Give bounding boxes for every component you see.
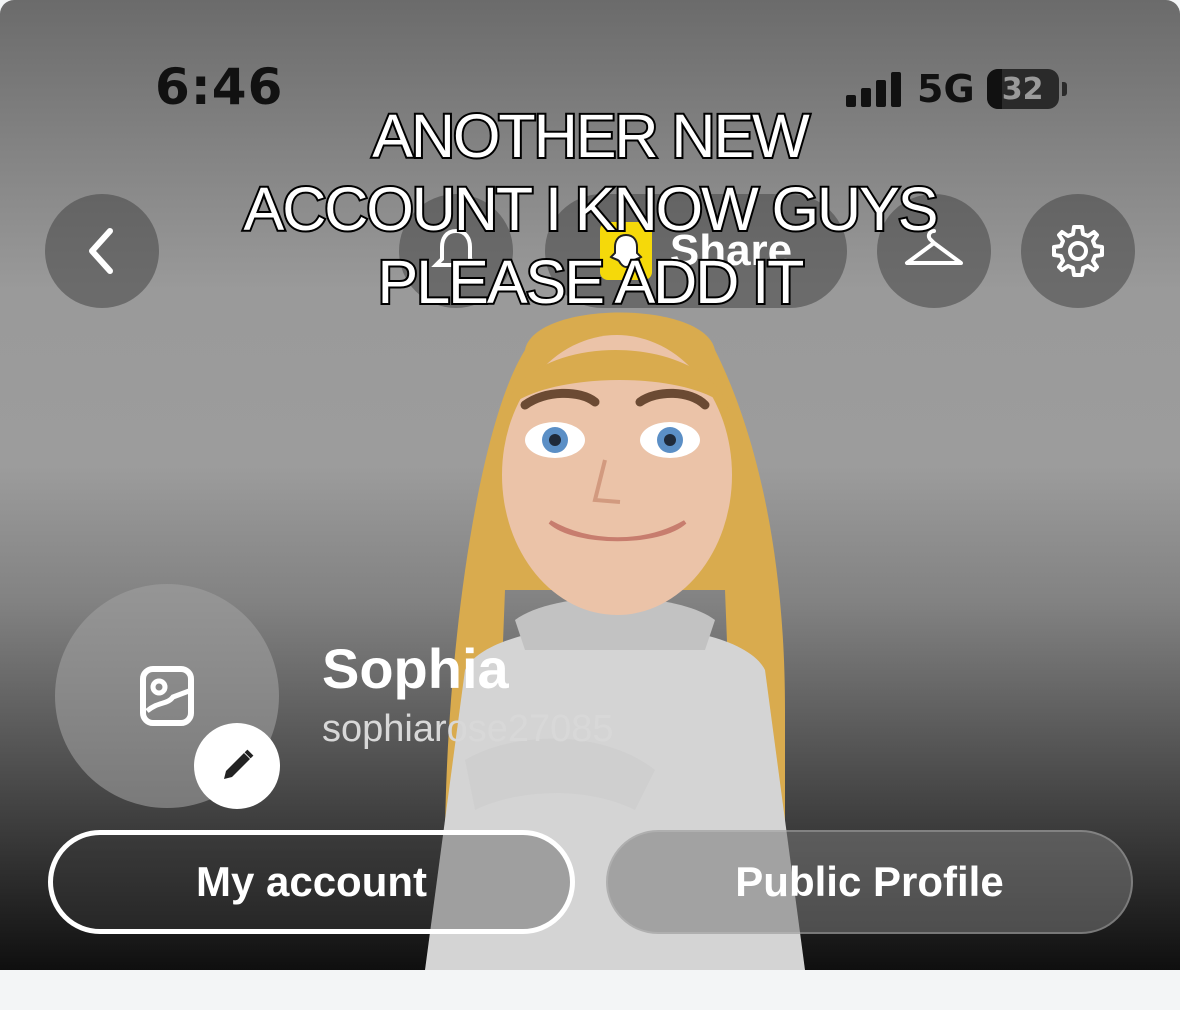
caption-line-2: ACCOUNT I KNOW GUYS [242,173,941,245]
display-name: Sophia [322,637,509,700]
pencil-icon [224,749,254,779]
back-button[interactable] [45,194,159,308]
edit-profile-photo-button[interactable] [194,723,280,809]
gear-icon [1052,225,1104,277]
chevron-left-icon [89,228,113,274]
image-icon [140,666,194,726]
caption-line-1: ANOTHER NEW [370,100,812,172]
battery-icon: 32 [986,69,1059,109]
content-area-top [0,970,1180,1010]
battery-cap [1061,82,1067,96]
username: sophiarose27085 [322,708,614,750]
caption-line-3: PLEASE ADD IT [376,246,807,318]
battery-level: 32 [1001,71,1044,107]
settings-button[interactable] [1021,194,1135,308]
overlay-caption: ANOTHER NEW ACCOUNT I KNOW GUYS PLEASE A… [190,100,990,319]
public-profile-button[interactable]: Public Profile [606,830,1133,934]
profile-screen: 6:46 5G 32 Share ANOTHER NEW ACCOUNT I K… [0,0,1180,970]
my-account-button[interactable]: My account [48,830,575,934]
